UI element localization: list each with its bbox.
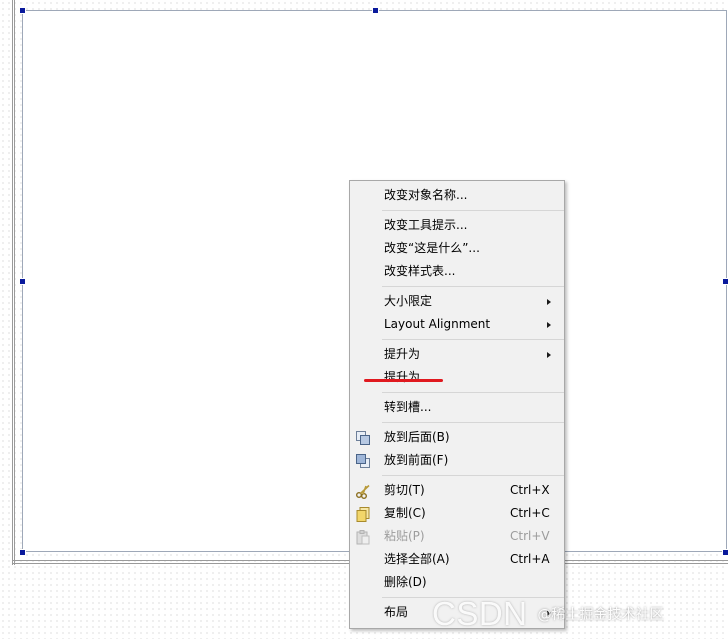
menu-item-shortcut: Ctrl+C	[510, 506, 550, 520]
menu-item-label: 粘贴(P)	[384, 529, 425, 543]
copy-icon	[355, 506, 371, 522]
bring-to-front-icon	[355, 453, 371, 469]
menu-item-4-0-转到槽[interactable]: 转到槽...	[350, 396, 564, 419]
menu-item-label: 大小限定	[384, 294, 433, 308]
canvas-border-left-inner	[14, 0, 15, 565]
resize-handle-top-center[interactable]	[372, 7, 379, 14]
menu-separator	[382, 392, 564, 393]
resize-handle-middle-left[interactable]	[19, 278, 26, 285]
watermark-handle: @稀土掘金技术社区	[537, 607, 664, 623]
menu-item-label: 放到后面(B)	[384, 430, 450, 444]
annotation-underline	[364, 379, 443, 382]
canvas-border-left	[12, 0, 13, 565]
menu-item-1-2-改变样式表[interactable]: 改变样式表...	[350, 260, 564, 283]
watermark-logo: CSDN	[432, 595, 528, 632]
resize-handle-top-left[interactable]	[19, 7, 26, 14]
menu-item-2-1-layout-alignment[interactable]: Layout Alignment	[350, 313, 564, 336]
paste-icon	[355, 529, 371, 545]
resize-handle-middle-right[interactable]	[722, 278, 728, 285]
menu-separator	[382, 286, 564, 287]
menu-item-label: Layout Alignment	[384, 317, 491, 331]
menu-item-label: 改变“这是什么”...	[384, 241, 480, 255]
menu-separator	[382, 210, 564, 211]
menu-separator	[382, 422, 564, 423]
menu-item-label: 剪切(T)	[384, 483, 425, 497]
menu-item-label: 改变样式表...	[384, 264, 456, 278]
resize-handle-bottom-left[interactable]	[19, 549, 26, 556]
menu-item-3-1-提升为[interactable]: 提升为...	[350, 366, 564, 389]
menu-item-label: 复制(C)	[384, 506, 426, 520]
menu-item-1-0-改变工具提示[interactable]: 改变工具提示...	[350, 214, 564, 237]
menu-item-5-1-放到前面-f[interactable]: 放到前面(F)	[350, 449, 564, 472]
menu-item-shortcut: Ctrl+A	[510, 552, 550, 566]
menu-item-2-0-大小限定[interactable]: 大小限定	[350, 290, 564, 313]
menu-item-label: 改变工具提示...	[384, 218, 468, 232]
resize-handle-bottom-right[interactable]	[722, 549, 728, 556]
send-to-back-icon	[355, 430, 371, 446]
context-menu: 改变对象名称... 改变工具提示... 改变“这是什么”... 改变样式表... 大小限…	[349, 180, 565, 629]
submenu-arrow-icon	[547, 322, 551, 328]
menu-item-label: 转到槽...	[384, 400, 432, 414]
submenu-arrow-icon	[547, 352, 551, 358]
menu-item-label: 改变对象名称...	[384, 188, 468, 202]
menu-item-5-0-放到后面-b[interactable]: 放到后面(B)	[350, 426, 564, 449]
menu-item-3-0-提升为[interactable]: 提升为	[350, 343, 564, 366]
menu-item-label: 删除(D)	[384, 575, 427, 589]
menu-separator	[382, 339, 564, 340]
menu-item-6-3-选择全部-a[interactable]: 选择全部(A) Ctrl+A	[350, 548, 564, 571]
menu-item-0-0-改变对象名称[interactable]: 改变对象名称...	[350, 184, 564, 207]
menu-separator	[382, 475, 564, 476]
menu-item-6-0-剪切-t[interactable]: 剪切(T) Ctrl+X	[350, 479, 564, 502]
menu-item-label: 布局	[384, 605, 409, 619]
menu-item-shortcut: Ctrl+X	[510, 483, 550, 497]
submenu-arrow-icon	[547, 299, 551, 305]
menu-item-label: 选择全部(A)	[384, 552, 450, 566]
menu-item-6-1-复制-c[interactable]: 复制(C) Ctrl+C	[350, 502, 564, 525]
menu-item-1-1-改变-这是什么[interactable]: 改变“这是什么”...	[350, 237, 564, 260]
menu-item-label: 放到前面(F)	[384, 453, 449, 467]
menu-item-shortcut: Ctrl+V	[510, 529, 550, 543]
menu-item-6-2-粘贴-p: 粘贴(P) Ctrl+V	[350, 525, 564, 548]
watermark: CSDN @稀土掘金技术社区	[432, 594, 664, 634]
menu-item-label: 提升为...	[384, 370, 432, 384]
menu-item-6-4-删除-d[interactable]: 删除(D)	[350, 571, 564, 594]
scissors-icon	[355, 483, 371, 499]
menu-item-label: 提升为	[384, 347, 421, 361]
